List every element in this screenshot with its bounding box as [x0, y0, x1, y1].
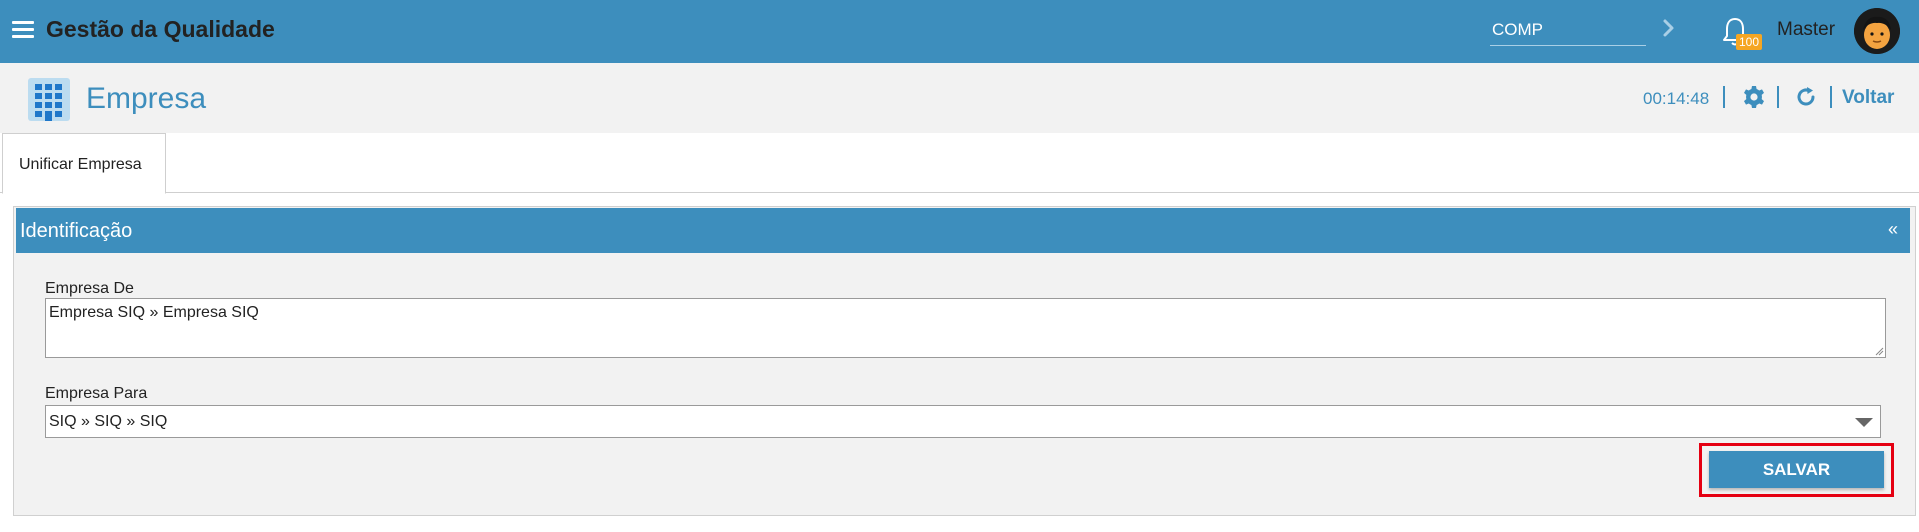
user-name[interactable]: Master	[1777, 19, 1835, 41]
building-icon	[28, 78, 70, 121]
resize-grip-icon[interactable]	[1874, 346, 1884, 356]
app-title: Gestão da Qualidade	[46, 16, 275, 42]
avatar-face-icon	[1854, 8, 1900, 54]
back-link[interactable]: Voltar	[1842, 87, 1894, 109]
empresa-para-select[interactable]	[45, 405, 1881, 438]
company-input[interactable]	[1490, 14, 1646, 46]
collapse-toggle-icon[interactable]: «	[1888, 219, 1898, 240]
chevron-right-icon[interactable]	[1660, 16, 1678, 40]
gear-icon[interactable]	[1742, 85, 1766, 109]
save-button[interactable]: SALVAR	[1709, 451, 1884, 488]
divider	[1830, 86, 1832, 108]
empresa-de-field[interactable]: Empresa SIQ » Empresa SIQ	[45, 298, 1886, 358]
tab-strip	[0, 133, 1919, 193]
hamburger-menu-icon[interactable]	[12, 21, 34, 39]
panel-header[interactable]	[16, 208, 1910, 253]
empresa-para-label: Empresa Para	[45, 385, 148, 402]
chevron-down-icon[interactable]	[1855, 418, 1873, 427]
tab-unificar-empresa[interactable]: Unificar Empresa	[2, 133, 166, 194]
page-header	[0, 63, 1919, 133]
empresa-para-value: SIQ » SIQ » SIQ	[49, 413, 168, 430]
notification-badge: 100	[1736, 34, 1763, 50]
page-title: Empresa	[86, 82, 207, 115]
session-timer: 00:14:48	[1643, 89, 1710, 108]
user-avatar[interactable]	[1854, 8, 1900, 54]
divider	[1723, 86, 1725, 108]
panel-title: Identificação	[20, 220, 133, 242]
divider	[1777, 86, 1779, 108]
refresh-icon[interactable]	[1794, 85, 1818, 109]
empresa-de-label: Empresa De	[45, 280, 134, 297]
